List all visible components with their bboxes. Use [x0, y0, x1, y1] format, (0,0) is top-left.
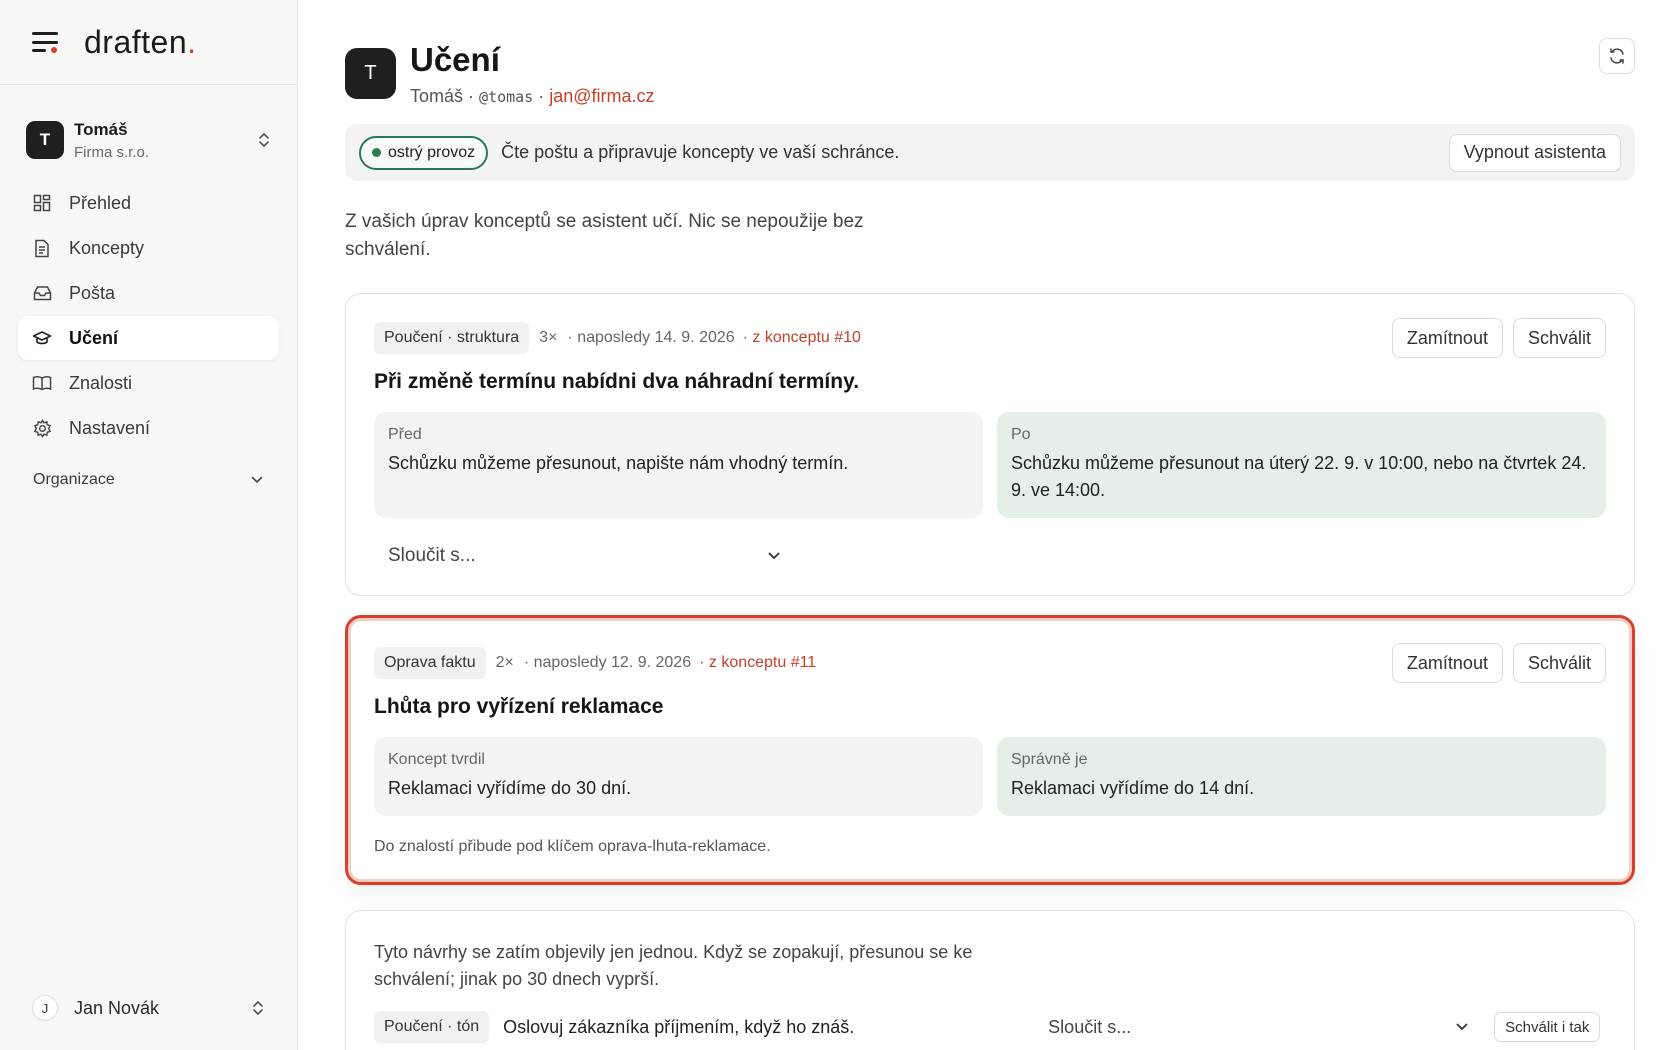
pending-proposals-card: Tyto návrhy se zatím objevily jen jednou… [345, 910, 1635, 1050]
after-text: Reklamaci vyřídíme do 14 dní. [1011, 778, 1255, 798]
before-text: Schůzku můžeme přesunout, napište nám vh… [388, 453, 849, 473]
chevron-down-icon [768, 552, 780, 560]
source-draft-link[interactable]: · z konceptu #11 [699, 654, 816, 672]
page-user-name: Tomáš [410, 86, 464, 106]
page-avatar: T [345, 48, 396, 99]
after-box: Po Schůzku můžeme přesunout na úterý 22.… [997, 412, 1606, 518]
chevron-updown-icon [253, 1001, 263, 1015]
page-title: Učení [410, 41, 500, 78]
org-subtitle: Firma s.r.o. [74, 143, 150, 161]
before-box: Před Schůzku můžeme přesunout, napište n… [374, 412, 983, 518]
sidebar-item-label: Znalosti [69, 372, 133, 393]
sidebar-item-label: Nastavení [69, 417, 151, 438]
sidebar-section-label: Organizace [33, 471, 115, 488]
separator: · [468, 86, 475, 106]
before-label: Před [388, 426, 422, 443]
org-name: Tomáš [74, 119, 128, 139]
last-seen: · naposledy 12. 9. 2026 [523, 654, 692, 671]
page-subtitle: Tomáš · @tomas · jan@firma.cz [410, 86, 655, 107]
sidebar-item-nastaveni[interactable]: Nastavení [18, 406, 279, 450]
after-label: Po [1011, 426, 1031, 443]
merge-select[interactable]: Sloučit s... [374, 534, 794, 578]
fact-correction-card: Oprava faktu 2× · naposledy 12. 9. 2026 … [345, 615, 1635, 885]
after-text: Schůzku můžeme přesunout na úterý 22. 9.… [1011, 453, 1587, 500]
graduation-cap-icon [32, 328, 52, 348]
page-handle: @tomas [479, 88, 534, 106]
after-label: Správně je [1011, 751, 1088, 768]
sidebar-item-label: Pošta [69, 282, 116, 303]
grid-icon [32, 193, 52, 213]
sidebar-item-label: Koncepty [69, 237, 145, 258]
sidebar-item-znalosti[interactable]: Znalosti [18, 361, 279, 405]
sidebar-item-label: Učení [69, 327, 119, 348]
category-tag: Poučení · struktura [374, 322, 530, 354]
approve-button[interactable]: Schválit [1512, 643, 1606, 683]
merge-select[interactable]: Sloučit s... [1048, 1017, 1478, 1038]
occurrence-count: 3× [539, 329, 558, 346]
occurrence-count: 2× [495, 654, 514, 671]
chevron-updown-icon [259, 133, 269, 147]
sidebar-section-organizace[interactable]: Organizace [0, 460, 297, 500]
reject-button[interactable]: Zamítnout [1391, 318, 1503, 358]
after-box: Správně je Reklamaci vyřídíme do 14 dní. [997, 737, 1606, 816]
status-badge: ostrý provoz [359, 135, 489, 170]
chevron-down-icon [1456, 1023, 1468, 1031]
disable-assistant-button[interactable]: Vypnout asistenta [1448, 133, 1621, 172]
status-text: Čte poštu a připravuje koncepty ve vaší … [501, 142, 900, 162]
status-dot [372, 148, 381, 157]
learning-card: Poučení · struktura 3× · naposledy 14. 9… [345, 293, 1635, 596]
user-name: Jan Novák [74, 997, 160, 1018]
last-seen: · naposledy 14. 9. 2026 [567, 329, 735, 346]
brand-header: draften. [0, 0, 297, 85]
source-draft-link[interactable]: · z konceptu #10 [743, 329, 861, 347]
sidebar-item-uceni[interactable]: Učení [18, 316, 279, 360]
inbox-icon [32, 283, 52, 303]
user-menu[interactable]: J Jan Novák [32, 992, 265, 1024]
comparison: Před Schůzku můžeme přesunout, napište n… [374, 412, 1606, 518]
approve-button[interactable]: Schválit [1512, 318, 1606, 358]
intro-text: Z vašich úprav konceptů se asistent učí.… [345, 211, 864, 260]
category-tag: Oprava faktu [374, 647, 486, 679]
sidebar-item-koncepty[interactable]: Koncepty [18, 226, 279, 270]
merge-select-label: Sloučit s... [388, 545, 476, 566]
before-box: Koncept tvrdil Reklamaci vyřídíme do 30 … [374, 737, 983, 816]
menu-icon[interactable] [32, 32, 58, 53]
pending-description: Tyto návrhy se zatím objevily jen jednou… [374, 942, 973, 989]
sidebar-item-prehled[interactable]: Přehled [18, 181, 279, 225]
sidebar-item-posta[interactable]: Pošta [18, 271, 279, 315]
sidebar: draften. T Tomáš Firma s.r.o. Přehled Ko… [0, 0, 298, 1050]
status-badge-label: ostrý provoz [388, 143, 476, 161]
comparison: Koncept tvrdil Reklamaci vyřídíme do 30 … [374, 737, 1606, 816]
page-email-link[interactable]: jan@firma.cz [549, 86, 654, 106]
separator: · [538, 86, 545, 106]
book-icon [32, 373, 52, 393]
document-icon [32, 238, 52, 258]
refresh-button[interactable] [1599, 38, 1635, 74]
page-header: T Učení Tomáš · @tomas · jan@firma.cz [345, 40, 655, 107]
approve-anyway-button[interactable]: Schválit i tak [1494, 1012, 1601, 1042]
pending-row: Poučení · tón Oslovuj zákazníka příjmení… [374, 1011, 1606, 1043]
card-title: Lhůta pro vyřízení reklamace [374, 695, 664, 718]
logo[interactable]: draften. [84, 24, 197, 61]
merge-select-label: Sloučit s... [1048, 1016, 1132, 1037]
knowledge-note: Do znalostí přibude pod klíčem oprava-lh… [374, 838, 771, 855]
before-label: Koncept tvrdil [388, 751, 485, 768]
gear-icon [32, 418, 52, 438]
sidebar-nav: Přehled Koncepty Pošta Učení Znalosti Na… [0, 181, 297, 450]
before-text: Reklamaci vyřídíme do 30 dní. [388, 778, 632, 798]
chevron-down-icon [251, 476, 263, 484]
org-switcher[interactable]: T Tomáš Firma s.r.o. [0, 117, 297, 163]
card-title: Při změně termínu nabídni dva náhradní t… [374, 370, 860, 393]
proposal-text: Oslovuj zákazníka příjmením, když ho zná… [503, 1016, 855, 1037]
reject-button[interactable]: Zamítnout [1391, 643, 1503, 683]
user-avatar: J [32, 995, 58, 1021]
refresh-icon [1610, 48, 1624, 64]
org-avatar: T [26, 121, 64, 159]
sidebar-item-label: Přehled [69, 192, 132, 213]
category-tag: Poučení · tón [374, 1011, 490, 1043]
assistant-status-bar: ostrý provoz Čte poštu a připravuje konc… [345, 124, 1635, 181]
